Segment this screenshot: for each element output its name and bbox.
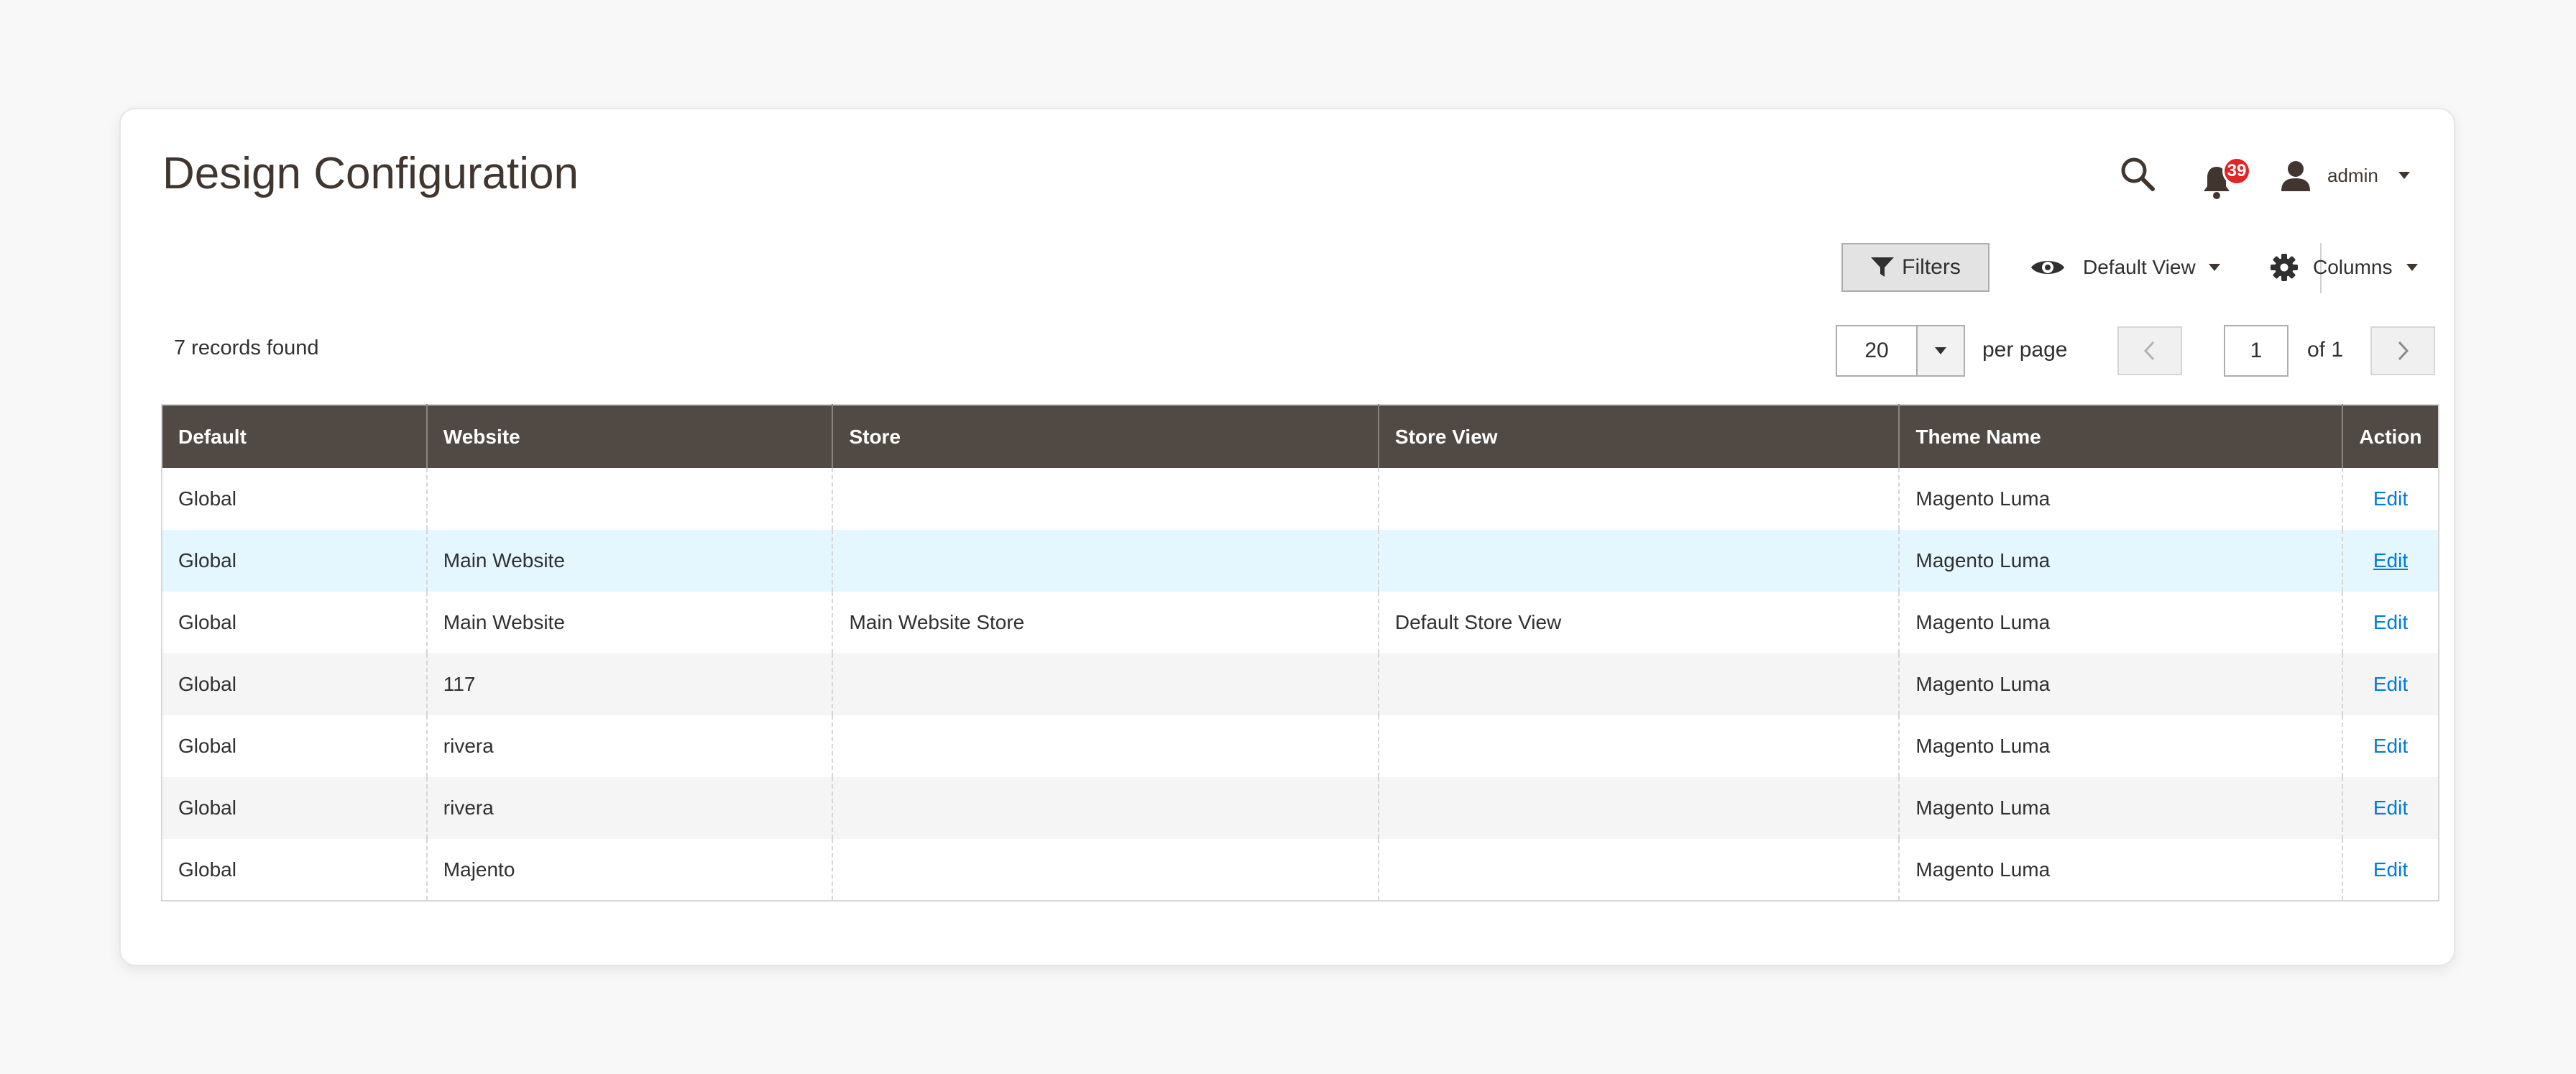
cell-default: Global [162, 468, 427, 530]
cell-action: Edit [2341, 715, 2439, 777]
cell-store [832, 468, 1379, 530]
cell-store: Main Website Store [832, 592, 1379, 653]
cell-action: Edit [2341, 653, 2439, 715]
cell-theme-name: Magento Luma [1898, 777, 2342, 839]
design-config-grid: Default Website Store Store View Theme N… [161, 404, 2439, 901]
previous-page-button[interactable] [2117, 326, 2182, 375]
cell-store [832, 530, 1379, 592]
cell-store-view [1377, 653, 1900, 715]
user-name: admin [2327, 164, 2378, 186]
edit-link[interactable]: Edit [2373, 858, 2408, 881]
chevron-down-icon [2208, 264, 2220, 271]
edit-link[interactable]: Edit [2373, 673, 2408, 695]
gear-icon [2271, 254, 2298, 281]
cell-store-view [1377, 715, 1900, 777]
table-header-row: Default Website Store Store View Theme N… [162, 405, 2439, 468]
page-total: of 1 [2307, 338, 2344, 362]
chevron-right-icon [2398, 341, 2409, 361]
per-page-select[interactable] [1836, 325, 1965, 377]
cell-store-view [1377, 777, 1900, 839]
cell-store [832, 839, 1379, 901]
search-icon [2121, 157, 2155, 191]
cell-default: Global [162, 530, 427, 592]
view-label: Default View [2083, 256, 2196, 278]
cell-website: Main Website [426, 530, 833, 592]
cell-website: Majento [426, 839, 833, 901]
cell-store [832, 653, 1379, 715]
cell-website: Main Website [426, 592, 833, 653]
cell-theme-name: Magento Luma [1898, 468, 2342, 530]
chevron-down-icon [2406, 264, 2419, 271]
table-row[interactable]: Global Main Website Magento Luma Edit [162, 530, 2439, 592]
cell-action: Edit [2341, 777, 2439, 839]
current-page-input[interactable] [2224, 325, 2288, 377]
eye-icon [2031, 261, 2064, 274]
cell-action: Edit [2341, 468, 2439, 530]
cell-theme-name: Magento Luma [1898, 653, 2342, 715]
edit-link[interactable]: Edit [2373, 735, 2408, 757]
table-row[interactable]: Global Majento Magento Luma Edit [162, 839, 2439, 901]
edit-link[interactable]: Edit [2373, 611, 2408, 633]
table-row[interactable]: Global rivera Magento Luma Edit [162, 777, 2439, 839]
edit-link[interactable]: Edit [2373, 797, 2408, 819]
cell-website: rivera [426, 715, 833, 777]
columns-label: Columns [2313, 256, 2393, 278]
records-count: 7 records found [174, 336, 319, 359]
chevron-down-icon [1935, 347, 1946, 354]
cell-action: Edit [2341, 592, 2439, 653]
cell-action: Edit [2341, 530, 2439, 592]
column-header-theme-name[interactable]: Theme Name [1898, 405, 2342, 468]
cell-store [832, 777, 1379, 839]
user-menu[interactable]: admin [2280, 155, 2410, 196]
cell-default: Global [162, 839, 427, 901]
edit-link[interactable]: Edit [2373, 549, 2408, 572]
page-title: Design Configuration [162, 149, 579, 198]
cell-theme-name: Magento Luma [1898, 592, 2342, 653]
edit-link[interactable]: Edit [2373, 487, 2408, 510]
table-row[interactable]: Global Magento Luma Edit [162, 468, 2439, 530]
per-page-label: per page [1982, 338, 2068, 362]
table-row[interactable]: Global rivera Magento Luma Edit [162, 715, 2439, 777]
cell-store-view: Default Store View [1377, 592, 1900, 653]
cell-theme-name: Magento Luma [1898, 715, 2342, 777]
search-button[interactable] [2119, 155, 2156, 193]
chevron-left-icon [2143, 341, 2155, 361]
column-header-action: Action [2341, 405, 2439, 468]
cell-default: Global [162, 592, 427, 653]
column-header-store[interactable]: Store [832, 405, 1379, 468]
cell-store-view [1377, 468, 1900, 530]
column-header-website[interactable]: Website [426, 405, 833, 468]
filters-label: Filters [1902, 255, 1961, 279]
cell-theme-name: Magento Luma [1898, 839, 2342, 901]
main-panel: Design Configuration 39 admin Filters De… [119, 108, 2455, 966]
notification-badge: 39 [2222, 157, 2251, 185]
column-header-default[interactable]: Default [162, 405, 427, 468]
cell-website: 117 [426, 653, 833, 715]
cell-website [426, 468, 833, 530]
table-row[interactable]: Global 117 Magento Luma Edit [162, 653, 2439, 715]
cell-default: Global [162, 653, 427, 715]
cell-default: Global [162, 715, 427, 777]
columns-control[interactable]: Columns [2270, 243, 2419, 292]
user-icon [2281, 161, 2310, 191]
cell-store-view [1377, 530, 1900, 592]
view-switcher[interactable]: Default View [2030, 243, 2220, 292]
cell-default: Global [162, 777, 427, 839]
cell-store-view [1377, 839, 1900, 901]
cell-action: Edit [2341, 839, 2439, 901]
cell-website: rivera [426, 777, 833, 839]
chevron-down-icon [2398, 172, 2410, 179]
column-header-store-view[interactable]: Store View [1377, 405, 1900, 468]
funnel-icon [1871, 257, 1895, 277]
cell-theme-name: Magento Luma [1898, 530, 2342, 592]
filters-button[interactable]: Filters [1841, 243, 1990, 292]
notifications-button[interactable]: 39 [2201, 157, 2253, 199]
cell-store [832, 715, 1379, 777]
per-page-input[interactable] [1837, 326, 1916, 375]
next-page-button[interactable] [2370, 326, 2435, 375]
per-page-toggle[interactable] [1916, 326, 1964, 375]
table-row[interactable]: Global Main Website Main Website Store D… [162, 592, 2439, 653]
